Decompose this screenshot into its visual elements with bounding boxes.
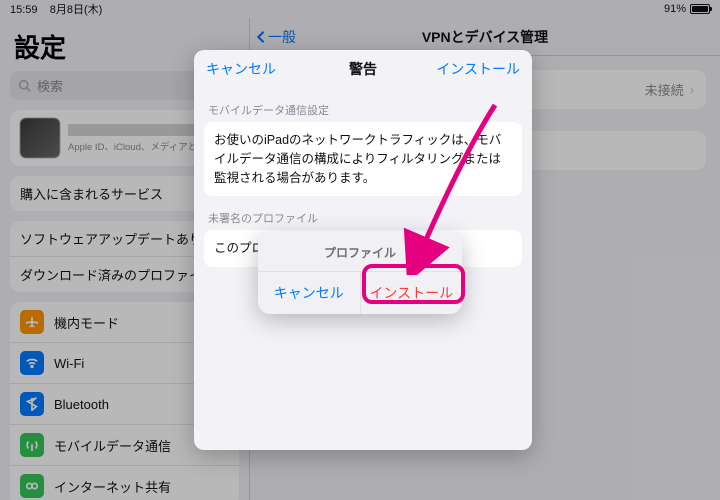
section-label-cellular: モバイルデータ通信設定 <box>194 88 532 122</box>
action-sheet-title: プロファイル <box>258 232 462 272</box>
action-cancel-button[interactable]: キャンセル <box>258 272 360 314</box>
section-label-unsigned: 未署名のプロファイル <box>194 196 532 230</box>
action-sheet: プロファイル キャンセル インストール <box>258 232 462 314</box>
sheet-install-button[interactable]: インストール <box>436 59 520 79</box>
action-install-button[interactable]: インストール <box>360 272 463 314</box>
sheet-navbar: キャンセル 警告 インストール <box>194 50 532 88</box>
section-body-cellular: お使いのiPadのネットワークトラフィックは、モバイルデータ通信の構成によりフィ… <box>204 122 522 196</box>
sheet-cancel-button[interactable]: キャンセル <box>206 59 276 79</box>
